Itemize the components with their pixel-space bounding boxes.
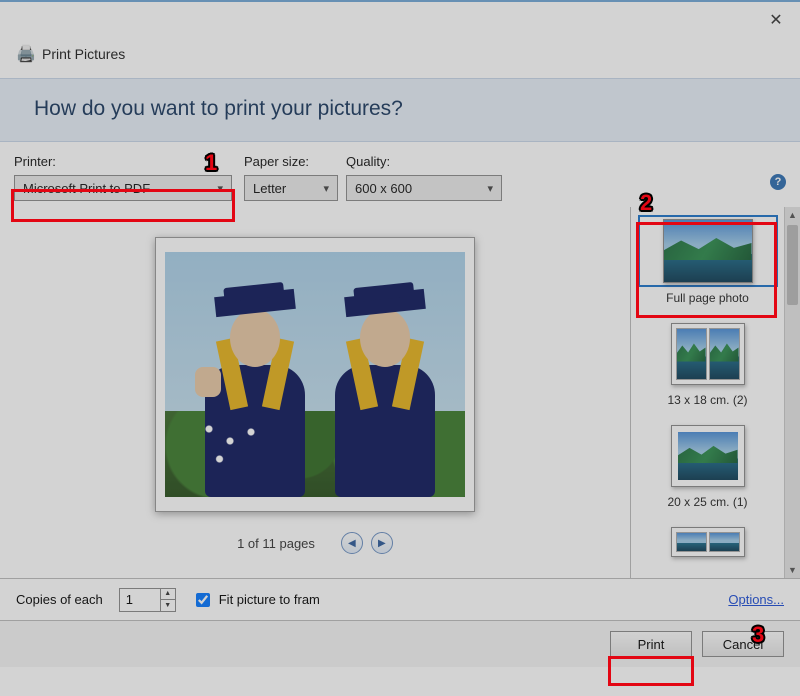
quality-value: 600 x 600 <box>355 181 412 196</box>
layouts-scrollbar[interactable]: ▲ ▼ <box>784 207 800 578</box>
dialog-header: 🖨️ Print Pictures <box>0 38 800 78</box>
paper-size-select[interactable]: Letter ▾ <box>244 175 338 201</box>
printer-icon: 🖨️ <box>16 44 34 64</box>
chevron-down-icon: ▾ <box>487 182 493 195</box>
copies-input[interactable] <box>120 592 160 607</box>
pager-text: 1 of 11 pages <box>237 536 315 551</box>
layout-20x25[interactable]: 20 x 25 cm. (1) <box>638 421 778 509</box>
chevron-down-icon: ▾ <box>323 182 329 195</box>
cancel-button[interactable]: Cancel <box>702 631 784 657</box>
scrollbar-thumb[interactable] <box>787 225 798 305</box>
layout-13x18[interactable]: 13 x 18 cm. (2) <box>638 319 778 407</box>
layouts-list: Full page photo 13 x 18 cm. (2) 20 x 25 … <box>631 207 784 578</box>
fit-picture-checkbox[interactable]: Fit picture to fram <box>192 590 320 610</box>
scroll-up-icon[interactable]: ▲ <box>785 207 800 223</box>
dialog-title: Print Pictures <box>42 46 125 62</box>
heading-band: How do you want to print your pictures? <box>0 78 800 142</box>
layout-full-page[interactable]: Full page photo <box>638 215 778 305</box>
next-page-button[interactable]: ▶ <box>371 532 393 554</box>
scroll-down-icon[interactable]: ▼ <box>785 562 800 578</box>
copies-up-icon[interactable]: ▲ <box>161 588 175 600</box>
preview-photo <box>165 252 465 497</box>
printer-value: Microsoft Print to PDF <box>23 181 150 196</box>
layout-label: Full page photo <box>638 291 778 305</box>
copies-label: Copies of each <box>16 592 103 607</box>
paper-size-label: Paper size: <box>244 154 338 169</box>
paper-size-value: Letter <box>253 181 286 196</box>
preview-pane: 1 of 11 pages ◀ ▶ <box>0 207 630 578</box>
layout-label: 20 x 25 cm. (1) <box>638 495 778 509</box>
print-button[interactable]: Print <box>610 631 692 657</box>
copies-down-icon[interactable]: ▼ <box>161 600 175 611</box>
printer-label: Printer: <box>14 154 236 169</box>
printer-select[interactable]: Microsoft Print to PDF ▾ <box>14 175 232 201</box>
layout-next-peek[interactable] <box>638 523 778 561</box>
preview-page <box>155 237 475 512</box>
prev-page-button[interactable]: ◀ <box>341 532 363 554</box>
chevron-down-icon: ▾ <box>217 182 223 195</box>
dialog-heading: How do you want to print your pictures? <box>34 97 766 121</box>
fit-picture-label: Fit picture to fram <box>219 592 320 607</box>
layout-label: 13 x 18 cm. (2) <box>638 393 778 407</box>
quality-select[interactable]: 600 x 600 ▾ <box>346 175 502 201</box>
quality-label: Quality: <box>346 154 502 169</box>
options-link[interactable]: Options... <box>728 592 784 607</box>
close-button[interactable]: ✕ <box>762 10 790 30</box>
help-icon[interactable]: ? <box>770 174 786 190</box>
fit-picture-check-input[interactable] <box>196 593 210 607</box>
copies-spinner[interactable]: ▲ ▼ <box>119 588 176 612</box>
